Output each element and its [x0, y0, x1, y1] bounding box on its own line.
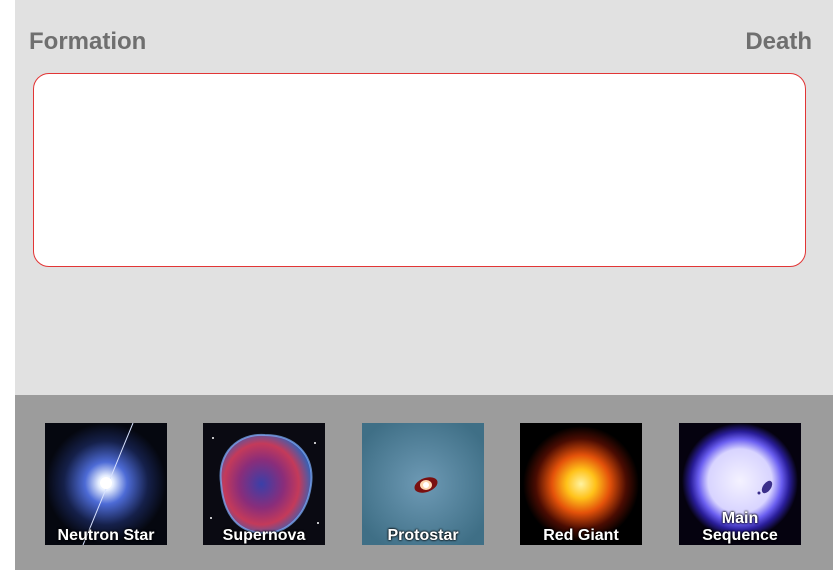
timeline-stage: Formation Death	[15, 0, 833, 395]
red-giant-card[interactable]: Red Giant	[520, 423, 642, 545]
death-label: Death	[745, 28, 812, 55]
formation-label: Formation	[29, 28, 147, 55]
card-label: Supernova	[222, 527, 306, 544]
card-label-line2: Sequence	[702, 527, 778, 544]
card-label: Protostar	[387, 527, 459, 544]
neutron-star-card[interactable]: Neutron Star	[45, 423, 167, 545]
main-sequence-card[interactable]: Main Sequence	[679, 423, 801, 545]
card-label: Neutron Star	[57, 527, 155, 544]
card-label: Red Giant	[543, 527, 619, 544]
card-label: Main Sequence	[679, 510, 801, 544]
card-tray: Neutron Star Supernova Protostar Red Gia…	[15, 395, 833, 570]
supernova-card[interactable]: Supernova	[203, 423, 325, 545]
lifecycle-drop-zone[interactable]	[33, 73, 806, 267]
card-label-line1: Main	[721, 510, 759, 527]
protostar-card[interactable]: Protostar	[362, 423, 484, 545]
